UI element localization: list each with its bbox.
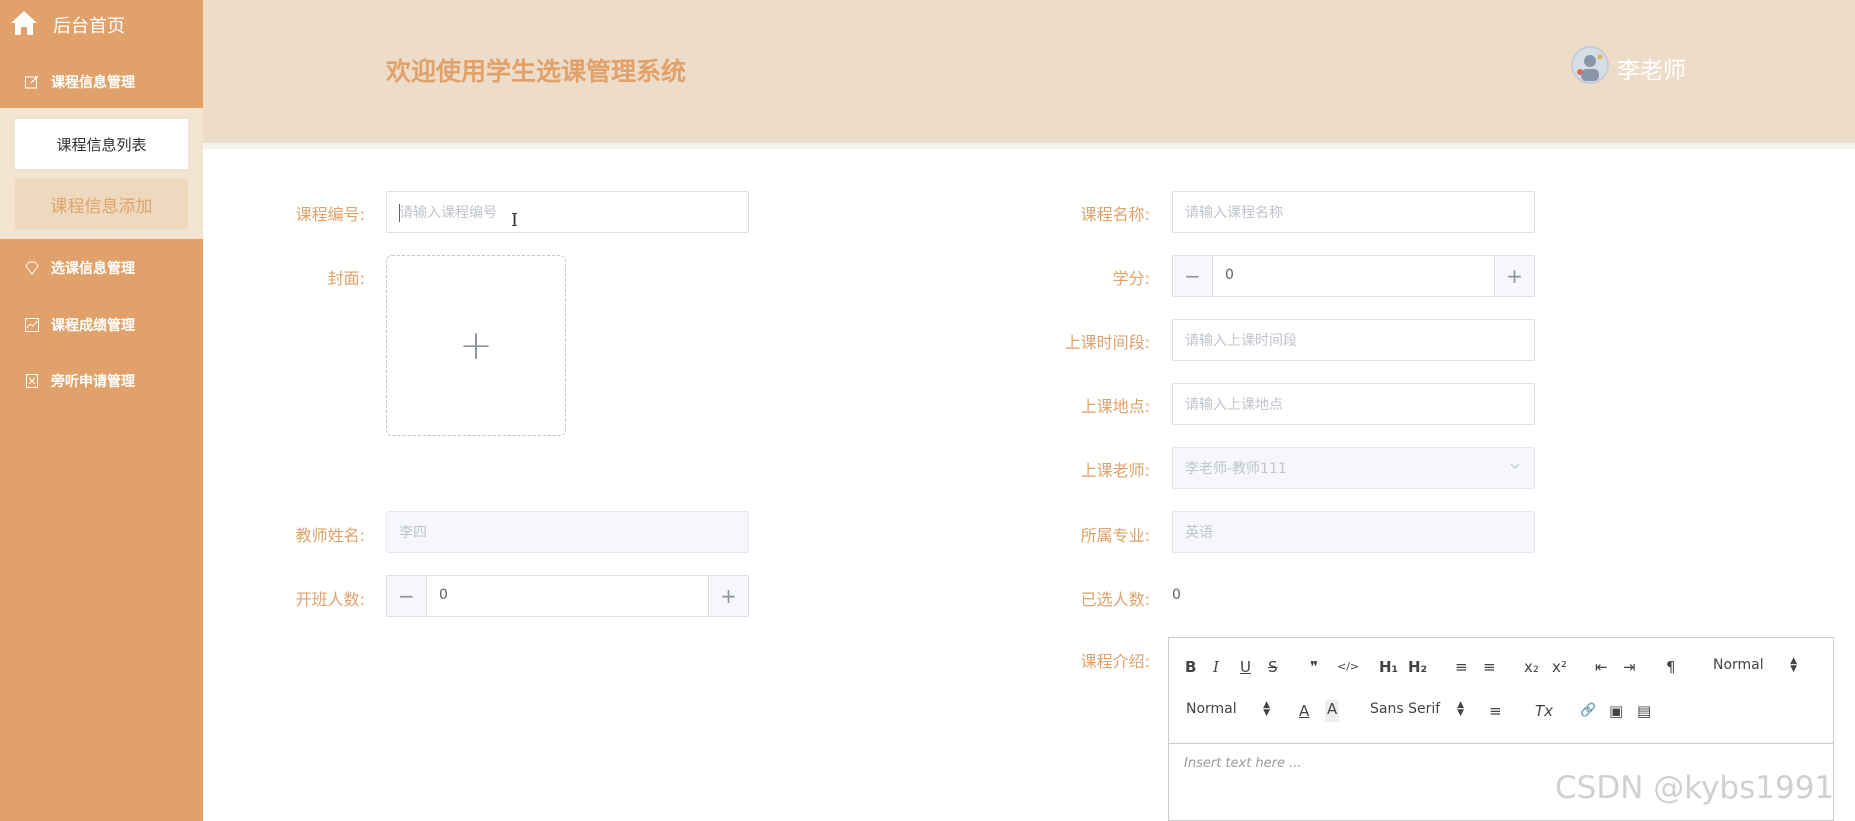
header-picker-value: Normal bbox=[1713, 657, 1764, 673]
direction-icon[interactable]: ¶ bbox=[1666, 656, 1676, 678]
subscript-button[interactable]: x₂ bbox=[1524, 656, 1539, 678]
header-picker[interactable]: Normal ▲ ▼ bbox=[1713, 657, 1797, 677]
image-icon[interactable]: ▣ bbox=[1609, 700, 1623, 722]
mouse-ibeam-cursor: I bbox=[511, 210, 519, 231]
quote-icon[interactable]: ❞ bbox=[1310, 656, 1318, 678]
menu-label: 课程成绩管理 bbox=[51, 318, 135, 334]
clean-format-icon[interactable]: Tx bbox=[1535, 700, 1553, 722]
submenu-course-add[interactable]: 课程信息添加 bbox=[15, 179, 188, 229]
link-icon[interactable]: 🔗 bbox=[1580, 700, 1596, 722]
course-code-placeholder: 请输入课程编号 bbox=[399, 205, 497, 221]
background-color-icon[interactable]: A bbox=[1325, 700, 1340, 722]
course-code-label: 课程编号: bbox=[295, 205, 365, 224]
menu-course-info[interactable]: 课程信息管理 bbox=[0, 62, 203, 102]
bold-button[interactable]: B bbox=[1185, 656, 1196, 678]
align-icon[interactable]: ≡ bbox=[1489, 700, 1502, 722]
teacher-select-label: 上课老师: bbox=[1080, 461, 1150, 480]
indent-icon[interactable]: ⇥ bbox=[1623, 656, 1636, 678]
capacity-value: 0 bbox=[439, 587, 448, 603]
font-picker-value: Sans Serif bbox=[1370, 701, 1441, 717]
course-name-label: 课程名称: bbox=[1080, 205, 1150, 224]
content-divider bbox=[203, 143, 1855, 149]
menu-selection-info[interactable]: 选课信息管理 bbox=[0, 248, 203, 288]
code-icon[interactable]: </> bbox=[1337, 656, 1359, 678]
menu-label: 课程信息管理 bbox=[51, 75, 135, 91]
capacity-label: 开班人数: bbox=[295, 590, 365, 609]
video-icon[interactable]: ▤ bbox=[1637, 700, 1651, 722]
superscript-button[interactable]: x² bbox=[1552, 656, 1567, 678]
teacher-name-value: 李四 bbox=[399, 525, 427, 541]
ordered-list-icon[interactable]: ≡ bbox=[1455, 656, 1468, 678]
capacity-stepper[interactable]: − 0 + bbox=[386, 575, 749, 617]
menu-grade[interactable]: 课程成绩管理 bbox=[0, 305, 203, 345]
page-title: 欢迎使用学生选课管理系统 bbox=[386, 57, 687, 86]
decrement-button[interactable]: − bbox=[1173, 256, 1213, 296]
course-code-input[interactable]: 请输入课程编号 bbox=[386, 191, 749, 233]
time-slot-placeholder: 请输入上课时间段 bbox=[1185, 333, 1297, 349]
time-slot-input[interactable]: 请输入上课时间段 bbox=[1172, 319, 1535, 361]
h1-button[interactable]: H₁ bbox=[1379, 656, 1398, 678]
header: 欢迎使用学生选课管理系统 李老师 bbox=[203, 0, 1855, 143]
menu-label: 选课信息管理 bbox=[51, 261, 135, 277]
course-name-placeholder: 请输入课程名称 bbox=[1185, 205, 1283, 221]
document-icon bbox=[26, 374, 38, 388]
h2-button[interactable]: H₂ bbox=[1408, 656, 1427, 678]
location-placeholder: 请输入上课地点 bbox=[1185, 397, 1283, 413]
avatar[interactable] bbox=[1571, 46, 1609, 84]
increment-button[interactable]: + bbox=[708, 576, 748, 616]
enrolled-label: 已选人数: bbox=[1080, 590, 1150, 609]
text-color-icon[interactable]: A bbox=[1299, 700, 1309, 722]
cover-label: 封面: bbox=[327, 269, 365, 288]
location-label: 上课地点: bbox=[1080, 397, 1150, 416]
editor-placeholder[interactable]: Insert text here ... bbox=[1184, 756, 1302, 771]
major-label: 所属专业: bbox=[1080, 526, 1150, 545]
chevron-down-icon bbox=[1510, 463, 1520, 469]
editor-toolbar: B I U S ❞ </> H₁ H₂ ≡ ≡ x₂ x² ⇤ ⇥ ¶ Norm… bbox=[1169, 638, 1833, 744]
enrolled-value: 0 bbox=[1172, 587, 1181, 603]
home-label: 后台首页 bbox=[53, 16, 125, 37]
credits-label: 学分: bbox=[1112, 269, 1150, 288]
outdent-icon[interactable]: ⇤ bbox=[1595, 656, 1608, 678]
major-field: 英语 bbox=[1172, 511, 1535, 553]
avatar-image bbox=[1577, 54, 1603, 81]
submenu-course-list[interactable]: 课程信息列表 bbox=[15, 119, 188, 169]
home-icon bbox=[11, 11, 37, 35]
sidebar: 后台首页 课程信息管理 课程信息列表 课程信息添加 选课信息管理 课程成绩管理 bbox=[0, 0, 203, 821]
location-input[interactable]: 请输入上课地点 bbox=[1172, 383, 1535, 425]
size-picker[interactable]: Normal ▲ ▼ bbox=[1186, 701, 1270, 721]
major-value: 英语 bbox=[1185, 525, 1213, 541]
bullet-list-icon[interactable]: ≡ bbox=[1483, 656, 1496, 678]
watermark: CSDN @kybs1991 bbox=[1555, 770, 1835, 806]
teacher-select-value: 李老师-教师111 bbox=[1185, 461, 1287, 477]
picker-arrows-icon: ▲ ▼ bbox=[1263, 700, 1270, 718]
diamond-icon bbox=[25, 261, 39, 275]
intro-label: 课程介绍: bbox=[1080, 652, 1150, 671]
italic-button[interactable]: I bbox=[1213, 656, 1219, 678]
teacher-name-field: 李四 bbox=[386, 511, 749, 553]
user-name[interactable]: 李老师 bbox=[1617, 51, 1686, 85]
picker-arrows-icon: ▲ ▼ bbox=[1457, 700, 1464, 718]
time-slot-label: 上课时间段: bbox=[1064, 333, 1150, 352]
decrement-button[interactable]: − bbox=[387, 576, 427, 616]
app-root: 后台首页 课程信息管理 课程信息列表 课程信息添加 选课信息管理 课程成绩管理 bbox=[0, 0, 1855, 821]
font-picker[interactable]: Sans Serif ▲ ▼ bbox=[1370, 701, 1464, 721]
text-cursor bbox=[399, 204, 400, 222]
underline-button[interactable]: U bbox=[1240, 656, 1251, 678]
edit-icon bbox=[25, 75, 39, 89]
strike-button[interactable]: S bbox=[1268, 656, 1278, 678]
home-link[interactable]: 后台首页 bbox=[0, 0, 203, 48]
menu-audit-apply[interactable]: 旁听申请管理 bbox=[0, 361, 203, 401]
chart-icon bbox=[25, 318, 39, 332]
size-picker-value: Normal bbox=[1186, 701, 1237, 717]
picker-arrows-icon: ▲ ▼ bbox=[1790, 656, 1797, 674]
credits-stepper[interactable]: − 0 + bbox=[1172, 255, 1535, 297]
increment-button[interactable]: + bbox=[1494, 256, 1534, 296]
course-name-input[interactable]: 请输入课程名称 bbox=[1172, 191, 1535, 233]
cover-upload[interactable]: + bbox=[386, 255, 566, 436]
credits-value: 0 bbox=[1225, 267, 1234, 283]
teacher-select: 李老师-教师111 bbox=[1172, 447, 1535, 489]
teacher-name-label: 教师姓名: bbox=[295, 526, 365, 545]
menu-label: 旁听申请管理 bbox=[51, 374, 135, 390]
plus-icon: + bbox=[459, 322, 493, 369]
